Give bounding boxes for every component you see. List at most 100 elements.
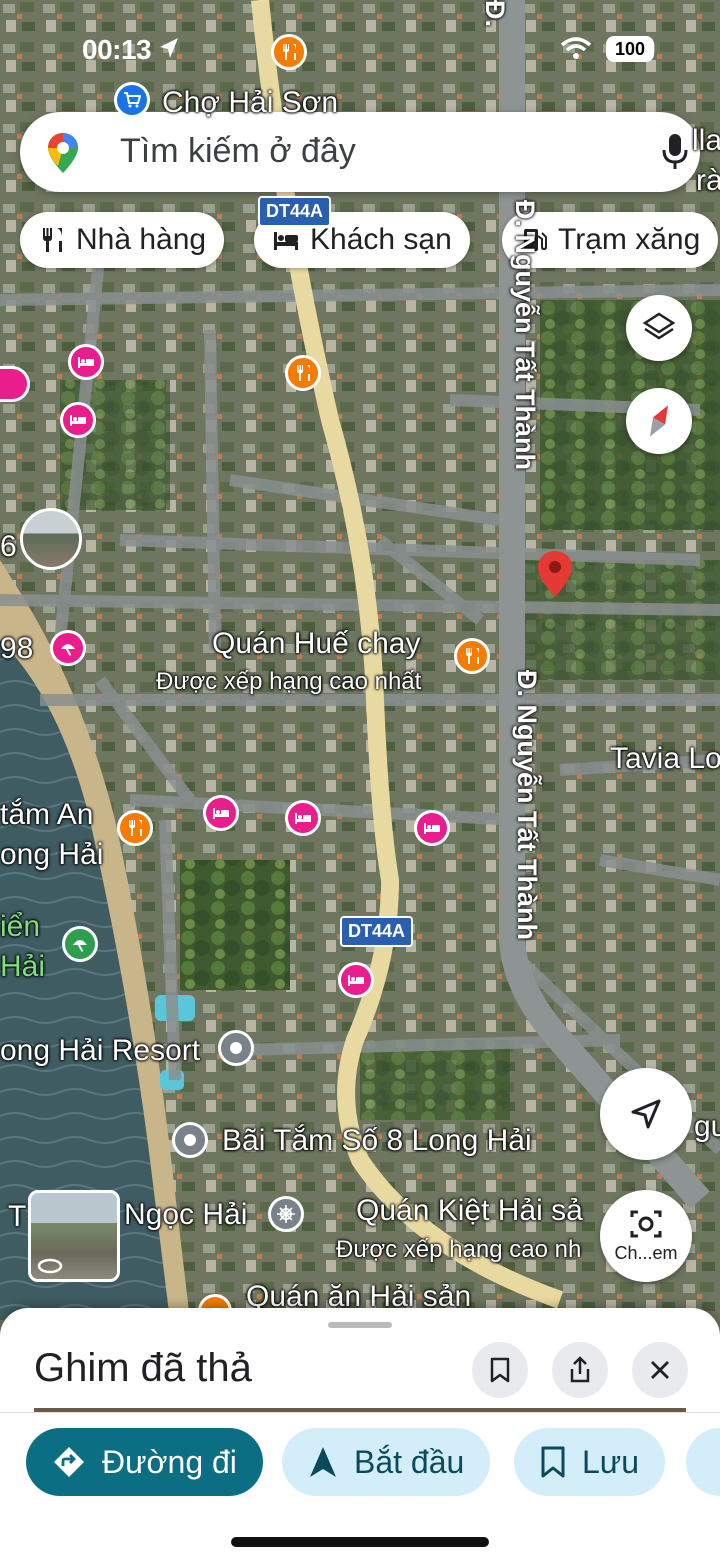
bookmark-icon [490,1357,510,1383]
road-label-d: Đ. [480,0,510,27]
place-label-ngoc-hai[interactable]: Ngọc Hải [124,1198,247,1232]
hotel-marker[interactable] [414,810,450,846]
place-marker[interactable] [268,1196,304,1232]
start-button[interactable]: Bắt đầu [282,1428,491,1496]
place-label-alla[interactable]: lla [692,124,720,158]
hotel-icon [213,808,229,819]
place-marker[interactable] [172,1122,208,1158]
helm-icon [277,1205,295,1223]
place-label-98[interactable]: 98 [0,632,33,666]
layers-icon [642,312,676,340]
umbrella-icon [73,940,87,952]
chip-label: Khách sạn [310,223,452,256]
route-shield-dt44a: DT44A [258,196,332,227]
photo-marker[interactable] [20,508,82,570]
save-label: Lưu [582,1443,640,1480]
hotel-marker[interactable] [68,344,104,380]
restaurant-icon [43,228,62,252]
navigation-arrow-icon [631,1099,661,1129]
start-label: Bắt đầu [354,1443,465,1480]
place-rating-quan-kiet: Được xếp hạng cao nh [336,1236,582,1263]
google-maps-logo-icon [48,133,78,173]
shopping-marker[interactable] [114,82,150,118]
rotate-360-icon [37,1258,63,1274]
dot-icon [230,1042,242,1054]
street-view-button[interactable]: Ch...em [600,1190,692,1282]
place-label-hai[interactable]: Hải [0,950,45,984]
status-bar: 00:13 100 [0,30,720,70]
my-location-button[interactable] [600,1068,692,1160]
dropped-pin-icon[interactable] [536,550,574,598]
status-time: 00:13 [82,34,152,65]
camera-scan-icon [630,1210,662,1237]
bookmark-icon [541,1446,565,1478]
share-button[interactable] [552,1342,608,1398]
place-label-bien[interactable]: iển [0,910,40,944]
place-label-ong-hai[interactable]: ong Hải [0,838,103,872]
place-label-6[interactable]: 6 [0,530,17,564]
road-label-nguyen-tat-thanh-bottom: Đ. Nguyễn Tất Thành [512,670,542,940]
place-rating-quan-hue-chay: Được xếp hạng cao nhất [156,668,422,695]
hotel-icon [348,975,364,986]
place-label-bai-tam[interactable]: Bãi Tắm Số 8 Long Hải [222,1124,532,1158]
place-label-tam-an[interactable]: tắm An [0,798,93,832]
sheet-drag-handle[interactable] [328,1322,392,1328]
place-label-cho-hai-son[interactable]: Chợ Hải Sơn [162,86,338,120]
navigation-icon [310,1447,336,1477]
home-indicator[interactable] [231,1537,489,1547]
save-icon-button[interactable] [472,1342,528,1398]
hotel-icon [78,357,94,368]
beach-marker[interactable] [50,630,86,666]
place-bottom-sheet[interactable]: Ghim đã thả Đường đi Bắt đầu Lưu [0,1308,720,1560]
search-bar[interactable]: Tìm kiếm ở đây [20,112,700,192]
compass-button[interactable] [626,388,692,454]
chip-label: Trạm xăng [558,223,701,256]
share-icon [570,1356,590,1383]
route-shield-dt44a: DT44A [340,916,414,947]
umbrella-icon [61,644,75,656]
hotel-marker[interactable] [285,800,321,836]
location-arrow-icon [160,38,178,58]
place-label-quan-hue-chay[interactable]: Quán Huế chay [212,627,420,661]
place-label-tavia[interactable]: Tavia Lo [610,742,720,776]
search-input[interactable]: Tìm kiếm ở đây [120,132,356,171]
place-label-quan-kiet[interactable]: Quán Kiệt Hải sả [356,1194,583,1228]
directions-button[interactable]: Đường đi [26,1428,263,1496]
hotel-icon [424,823,440,834]
hotel-icon [274,232,298,250]
restaurant-icon [297,365,310,381]
close-button[interactable] [632,1342,688,1398]
shopping-cart-icon [124,92,141,108]
hotel-marker[interactable] [338,962,374,998]
hotel-icon [295,813,311,824]
compass-icon [650,405,668,437]
microphone-icon[interactable] [660,132,690,172]
sheet-title: Ghim đã thả [34,1346,252,1390]
layers-button[interactable] [626,295,692,361]
park-marker[interactable] [62,926,98,962]
restaurant-marker[interactable] [285,355,321,391]
restaurant-icon [283,44,296,60]
place-label-ngu[interactable]: gu [694,1110,720,1144]
restaurant-marker[interactable] [271,34,307,70]
street-view-thumbnail[interactable] [28,1190,120,1282]
dot-icon [184,1134,196,1146]
restaurant-icon [129,820,142,836]
save-button[interactable]: Lưu [514,1428,666,1496]
road-label-nguyen-tat-thanh-top: Đ. Nguyễn Tất Thành [510,200,540,470]
place-label-tra[interactable]: rà [696,164,720,198]
more-actions-button[interactable] [686,1428,720,1496]
directions-label: Đường đi [102,1443,237,1480]
place-marker[interactable] [218,1030,254,1066]
place-label-resort[interactable]: ong Hải Resort [0,1034,200,1068]
wifi-icon [560,37,592,59]
place-label-t[interactable]: T [8,1200,26,1234]
street-view-label: Ch...em [614,1242,678,1263]
hotel-icon [70,415,86,426]
restaurant-marker[interactable] [117,810,153,846]
restaurant-marker[interactable] [454,638,490,674]
hotel-marker[interactable] [60,402,96,438]
restaurant-icon [466,648,479,664]
chip-restaurants[interactable]: Nhà hàng [20,212,225,268]
hotel-marker[interactable] [203,795,239,831]
